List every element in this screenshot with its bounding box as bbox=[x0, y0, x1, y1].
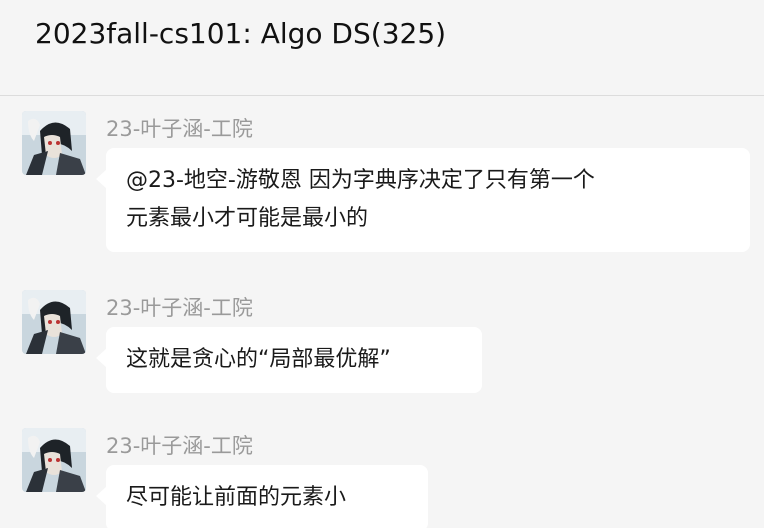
avatar[interactable] bbox=[22, 290, 86, 354]
chat-header: 2023fall-cs101: Algo DS(325) bbox=[0, 0, 764, 96]
chat-title[interactable]: 2023fall-cs101: Algo DS(325) bbox=[35, 17, 446, 50]
message-text-line: @23-地空-游敬恩 因为字典序决定了只有第一个 bbox=[126, 168, 595, 193]
message-bubble[interactable]: @23-地空-游敬恩 因为字典序决定了只有第一个 元素最小才可能是最小的 bbox=[96, 148, 750, 252]
sender-name: 23-叶子涵-工院 bbox=[106, 434, 253, 458]
sender-name: 23-叶子涵-工院 bbox=[106, 296, 253, 320]
message-text-line: 元素最小才可能是最小的 bbox=[126, 206, 369, 231]
avatar[interactable] bbox=[22, 428, 86, 492]
message-bubble[interactable]: 尽可能让前面的元素小 bbox=[96, 465, 428, 528]
sender-name: 23-叶子涵-工院 bbox=[106, 117, 253, 141]
message-list[interactable]: 23-叶子涵-工院 @23-地空-游敬恩 因为字典序决定了只有第一个 元素最小才… bbox=[0, 96, 764, 528]
message-bubble[interactable]: 这就是贪心的“局部最优解” bbox=[96, 327, 482, 393]
avatar[interactable] bbox=[22, 111, 86, 175]
message-text-line: 尽可能让前面的元素小 bbox=[126, 485, 347, 510]
message-text-line: 这就是贪心的“局部最优解” bbox=[126, 347, 391, 372]
